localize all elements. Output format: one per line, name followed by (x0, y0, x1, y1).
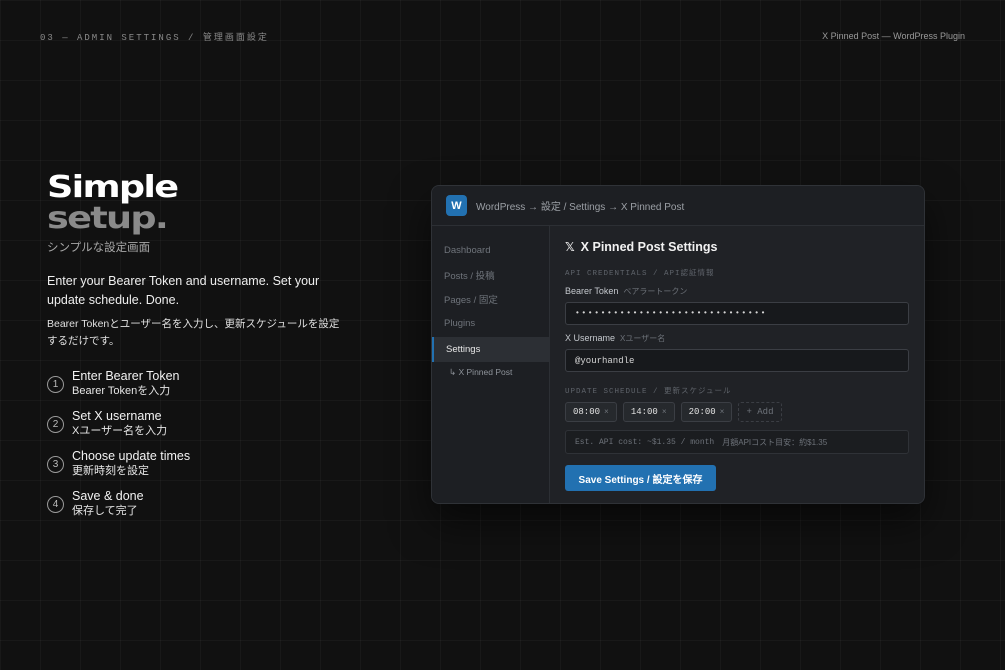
settings-window: W WordPress → 設定 / Settings → X Pinned P… (431, 185, 925, 504)
x-logo-icon: 𝕏 (565, 240, 575, 254)
token-label-jp: ベアラートークン (623, 287, 688, 296)
admin-sidebar: Dashboard Posts / 投稿 Pages / 固定 Plugins … (432, 226, 550, 503)
wordpress-logo-icon: W (446, 195, 467, 216)
product-label: X Pinned Post — WordPress Plugin (822, 31, 965, 41)
headline-line-1: Simple (47, 170, 179, 205)
remove-time-icon[interactable]: × (662, 408, 667, 417)
sidebar-item-pages[interactable]: Pages / 固定 (432, 287, 549, 312)
steps-list: 1 Enter Bearer Token Bearer Tokenを入力 2 S… (47, 364, 190, 524)
step-title-en: Set X username (72, 409, 162, 423)
step-title-jp: 保存して完了 (72, 505, 138, 517)
subtitle-jp: シンプルな設定画面 (47, 242, 151, 254)
api-cost-estimate-jp: 月額APIコスト目安：約$1.35 (722, 437, 828, 447)
hero: Simple setup. シンプルな設定画面 Enter your Beare… (47, 172, 357, 350)
headline: Simple setup. (47, 172, 425, 234)
bearer-token-input[interactable]: •••••••••••••••••••••••••••••• (565, 302, 909, 325)
step-number: 2 (47, 415, 64, 433)
remove-time-icon[interactable]: × (720, 408, 725, 417)
page-title-text: X Pinned Post Settings (580, 240, 718, 254)
step-item: 4 Save & done 保存して完了 (47, 484, 190, 524)
page-title: 𝕏 X Pinned Post Settings (565, 240, 909, 254)
sidebar-item-plugins[interactable]: Plugins (432, 312, 549, 337)
step-number: 3 (47, 455, 64, 473)
time-chip[interactable]: 14:00 × (622, 402, 675, 422)
window-title-bar: W WordPress → 設定 / Settings → X Pinned P… (432, 186, 924, 226)
schedule-times: 08:00 × 14:00 × 20:00 × + Add (565, 402, 909, 422)
schedule-section-label: UPDATE SCHEDULE / 更新スケジュール (565, 388, 732, 396)
step-title-en: Choose update times (72, 449, 191, 463)
step-item: 2 Set X username Xユーザー名を入力 (47, 404, 190, 444)
step-title-jp: Xユーザー名を入力 (72, 425, 168, 437)
step-number: 1 (47, 375, 64, 393)
breadcrumb: WordPress → 設定 / Settings → X Pinned Pos… (476, 202, 685, 213)
step-item: 1 Enter Bearer Token Bearer Tokenを入力 (47, 364, 190, 404)
time-chip[interactable]: 20:00 × (680, 402, 733, 422)
description-en: Enter your Bearer Token and username. Se… (47, 274, 320, 307)
add-time-button[interactable]: + Add (738, 402, 782, 422)
username-label-jp: Xユーザー名 (620, 334, 666, 343)
step-item: 3 Choose update times 更新時刻を設定 (47, 444, 190, 484)
username-label: X Username Xユーザー名 (565, 333, 666, 343)
credentials-section-label: API CREDENTIALS / API認証情報 (565, 270, 715, 278)
headline-line-2: setup. (47, 201, 169, 236)
remove-time-icon[interactable]: × (604, 408, 609, 417)
step-title-en: Save & done (72, 489, 144, 503)
step-title-jp: Bearer Tokenを入力 (72, 385, 171, 397)
sidebar-item-settings[interactable]: Settings (432, 337, 549, 362)
api-cost-estimate: Est. API cost: ~$1.35 / month 月額APIコスト目安：… (565, 430, 909, 454)
token-label: Bearer Token ベアラートークン (565, 286, 688, 296)
step-number: 4 (47, 495, 64, 513)
step-title-en: Enter Bearer Token (72, 369, 180, 383)
username-input[interactable]: @yourhandle (565, 349, 909, 372)
step-title-jp: 更新時刻を設定 (72, 465, 149, 477)
settings-main: 𝕏 X Pinned Post Settings API CREDENTIALS… (550, 226, 924, 503)
description-jp: Bearer Tokenとユーザー名を入力し、更新スケジュールを設定するだけです… (47, 318, 340, 347)
time-chip[interactable]: 08:00 × (565, 402, 617, 422)
section-label: 03 — ADMIN SETTINGS / 管理画面設定 (40, 33, 269, 43)
sidebar-item-dashboard[interactable]: Dashboard (432, 238, 549, 263)
save-settings-button[interactable]: Save Settings / 設定を保存 (565, 465, 716, 491)
sidebar-item-posts[interactable]: Posts / 投稿 (432, 263, 549, 288)
sidebar-subitem-x-pinned-post[interactable]: ↳ X Pinned Post (432, 362, 549, 384)
